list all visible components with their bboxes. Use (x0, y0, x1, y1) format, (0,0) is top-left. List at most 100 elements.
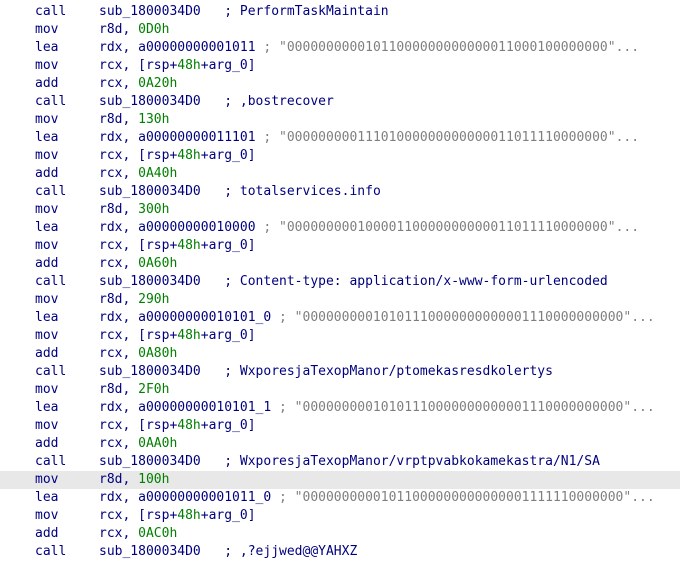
numeric-literal: 0A20h (138, 76, 178, 91)
operand-text: WxporesjaTexopManor/ptomekasresdkolertys (239, 364, 553, 379)
instruction-operands: r8d, 130h (99, 111, 169, 129)
code-line[interactable]: lea rdx, a00000000010101_0 ; "00000000010… (0, 309, 680, 327)
code-line[interactable]: call sub_1800034D0 ; ,?ejjwed@@YAHXZ (0, 543, 680, 561)
operand-text: rcx, (99, 166, 139, 181)
instruction-operands: sub_1800034D0 ; WxporesjaTexopManor/vrpt… (99, 453, 600, 471)
instruction-operands: rcx, 0A40h (99, 165, 177, 183)
instruction-operands: sub_1800034D0 ; ,?ejjwed@@YAHXZ (99, 543, 357, 561)
instruction-mnemonic: lea (35, 220, 59, 235)
operand-text: ; (200, 454, 240, 469)
selected-code-line[interactable]: mov r8d, 100h (0, 471, 680, 489)
code-line[interactable]: add rcx, 0A20h (0, 75, 680, 93)
instruction-operands: rcx, 0AA0h (99, 435, 177, 453)
code-line[interactable]: add rcx, 0A80h (0, 345, 680, 363)
operand-text: sub_1800034D0 (99, 544, 201, 559)
instruction-mnemonic: call (35, 4, 67, 19)
code-line[interactable]: mov r8d, 0D0h (0, 21, 680, 39)
code-line[interactable]: call sub_1800034D0 ; WxporesjaTexopManor/… (0, 363, 680, 381)
instruction-mnemonic: mov (35, 58, 59, 73)
string-comment: ; "0000000001010111000000000000111000000… (279, 400, 655, 415)
instruction-mnemonic: lea (35, 130, 59, 145)
operand-text: rcx, [rsp+ (99, 148, 178, 163)
operand-text: +arg_0] (200, 148, 256, 163)
operand-text: rcx, (99, 256, 139, 271)
code-line[interactable]: add rcx, 0AA0h (0, 435, 680, 453)
code-line[interactable]: mov r8d, 290h (0, 291, 680, 309)
instruction-mnemonic: lea (35, 400, 59, 415)
code-line[interactable]: mov rcx, [rsp+48h+arg_0] (0, 327, 680, 345)
instruction-mnemonic: mov (35, 328, 59, 343)
code-line[interactable]: call sub_1800034D0 ; PerformTaskMaintain (0, 3, 680, 21)
code-line[interactable]: mov rcx, [rsp+48h+arg_0] (0, 57, 680, 75)
code-line[interactable]: lea rdx, a00000000011101 ; "0000000001110… (0, 129, 680, 147)
operand-text: rcx, [rsp+ (99, 58, 178, 73)
operand-text: r8d, (99, 292, 139, 307)
instruction-operands: r8d, 2F0h (99, 381, 169, 399)
disassembly-listing[interactable]: call sub_1800034D0 ; PerformTaskMaintain m… (0, 3, 680, 561)
operand-text: rdx, a00000000011101 (99, 130, 264, 145)
code-line[interactable]: lea rdx, a00000000001011 ; "0000000000101… (0, 39, 680, 57)
instruction-operands: r8d, 0D0h (99, 21, 169, 39)
instruction-mnemonic: call (35, 274, 67, 289)
operand-text: rcx, [rsp+ (99, 328, 178, 343)
operand-text: r8d, (99, 382, 139, 397)
instruction-operands: rcx, [rsp+48h+arg_0] (99, 57, 256, 75)
operand-text: +arg_0] (200, 238, 256, 253)
code-line[interactable]: call sub_1800034D0 ; ,bostrecover (0, 93, 680, 111)
operand-text: rcx, (99, 526, 139, 541)
numeric-literal: 48h (177, 238, 201, 253)
operand-text: ,?ejjwed@@YAHXZ (239, 544, 358, 559)
instruction-mnemonic: mov (35, 202, 59, 217)
instruction-mnemonic: mov (35, 238, 59, 253)
code-line[interactable]: lea rdx, a00000000010101_1 ; "00000000010… (0, 399, 680, 417)
operand-text: r8d, (99, 472, 139, 487)
code-line[interactable]: lea rdx, a00000000010000 ; "0000000001000… (0, 219, 680, 237)
instruction-operands: rcx, [rsp+48h+arg_0] (99, 507, 256, 525)
instruction-mnemonic: mov (35, 292, 59, 307)
code-line[interactable]: mov r8d, 130h (0, 111, 680, 129)
code-line[interactable]: call sub_1800034D0 ; totalservices.info (0, 183, 680, 201)
numeric-literal: 48h (177, 508, 201, 523)
code-line[interactable]: add rcx, 0A40h (0, 165, 680, 183)
numeric-literal: 48h (177, 148, 201, 163)
operand-text: rcx, [rsp+ (99, 508, 178, 523)
numeric-literal: 48h (177, 58, 201, 73)
code-line[interactable]: mov r8d, 300h (0, 201, 680, 219)
numeric-literal: 0A80h (138, 346, 178, 361)
string-comment: ; "0000000000101100000000000000111111000… (279, 490, 655, 505)
instruction-operands: rcx, [rsp+48h+arg_0] (99, 147, 256, 165)
string-comment: ; "0000000001010111000000000000111000000… (279, 310, 655, 325)
code-line[interactable]: mov rcx, [rsp+48h+arg_0] (0, 417, 680, 435)
instruction-mnemonic: lea (35, 310, 59, 325)
instruction-operands: r8d, 100h (99, 471, 169, 489)
operand-text: rdx, a00000000010101_0 (99, 310, 280, 325)
instruction-mnemonic: mov (35, 112, 59, 127)
code-line[interactable]: call sub_1800034D0 ; WxporesjaTexopManor/… (0, 453, 680, 471)
instruction-mnemonic: call (35, 364, 67, 379)
instruction-mnemonic: add (35, 256, 59, 271)
instruction-operands: rcx, 0AC0h (99, 525, 177, 543)
operand-text: ; (200, 184, 240, 199)
numeric-literal: 300h (138, 202, 170, 217)
code-line[interactable]: add rcx, 0AC0h (0, 525, 680, 543)
numeric-literal: 0A40h (138, 166, 178, 181)
string-comment: ; "0000000000101100000000000001100010000… (263, 40, 640, 55)
code-line[interactable]: lea rdx, a00000000001011_0 ; "00000000001… (0, 489, 680, 507)
code-line[interactable]: mov rcx, [rsp+48h+arg_0] (0, 147, 680, 165)
code-line[interactable]: call sub_1800034D0 ; Content-type: applic… (0, 273, 680, 291)
operand-text: sub_1800034D0 (99, 364, 201, 379)
instruction-operands: rcx, 0A20h (99, 75, 177, 93)
code-line[interactable]: add rcx, 0A60h (0, 255, 680, 273)
operand-text: sub_1800034D0 (99, 274, 201, 289)
instruction-operands: rcx, [rsp+48h+arg_0] (99, 237, 256, 255)
operand-text: ; (200, 274, 240, 289)
instruction-operands: rdx, a00000000001011 ; "0000000000101100… (99, 39, 639, 57)
code-line[interactable]: mov rcx, [rsp+48h+arg_0] (0, 507, 680, 525)
instruction-operands: sub_1800034D0 ; ,bostrecover (99, 93, 334, 111)
code-line[interactable]: mov rcx, [rsp+48h+arg_0] (0, 237, 680, 255)
numeric-literal: 130h (138, 112, 170, 127)
code-line[interactable]: mov r8d, 2F0h (0, 381, 680, 399)
numeric-literal: 0AC0h (138, 526, 178, 541)
instruction-operands: rcx, 0A80h (99, 345, 177, 363)
operand-text: rcx, (99, 346, 139, 361)
